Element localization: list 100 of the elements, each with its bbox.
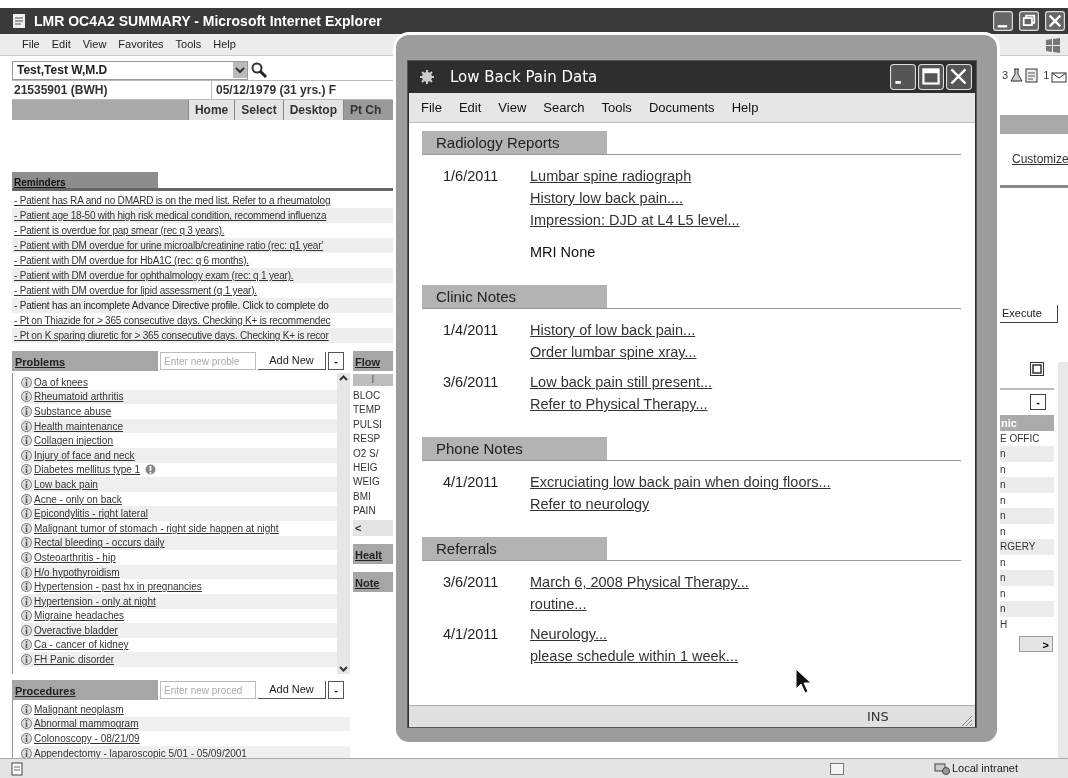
- section-tab[interactable]: Procedures: [12, 680, 158, 700]
- reminder-link[interactable]: - Pt on Thiazide for > 365 consecutive days. Checking K+ is recommendec: [12, 313, 395, 328]
- info-icon[interactable]: [21, 522, 32, 534]
- reminder-link[interactable]: - Patient with DM overdue for urine microalb/creatinine ratio (rec: q1 year': [12, 238, 395, 253]
- info-icon[interactable]: [21, 747, 32, 758]
- entry-link[interactable]: Refer to Physical Therapy...: [530, 393, 708, 415]
- info-icon[interactable]: [21, 581, 32, 593]
- nav-tab[interactable]: Pt Ch: [343, 100, 395, 120]
- info-icon[interactable]: [21, 478, 32, 490]
- problem-link[interactable]: Osteoarthritis - hip: [34, 549, 116, 565]
- problem-link[interactable]: Migraine headaches: [34, 608, 125, 624]
- menu-item[interactable]: Favorites: [118, 36, 164, 53]
- close-button[interactable]: [1045, 11, 1065, 31]
- dropdown-icon[interactable]: [233, 62, 247, 78]
- info-icon[interactable]: [21, 654, 32, 666]
- procedure-link[interactable]: Malignant neoplasm: [34, 701, 124, 717]
- menu-item[interactable]: Search: [543, 97, 585, 118]
- info-icon[interactable]: [21, 406, 32, 417]
- info-icon[interactable]: [21, 639, 32, 651]
- entry-link[interactable]: Refer to neurology: [530, 493, 650, 515]
- info-icon[interactable]: [21, 610, 32, 622]
- text-field[interactable]: Enter new proced: [160, 681, 256, 699]
- menu-item[interactable]: File: [22, 36, 40, 53]
- minimize-button[interactable]: [890, 64, 916, 90]
- info-icon[interactable]: [21, 566, 32, 578]
- entry-link[interactable]: Excruciating low back pain when doing floors...: [530, 471, 831, 493]
- section-tab[interactable]: Note: [353, 571, 393, 592]
- reminder-link[interactable]: - Pt on K sparing diuretic for > 365 consecutive days. Checking K+ is recor: [12, 328, 395, 343]
- problem-link[interactable]: Collagen injection: [34, 433, 113, 449]
- reminder-link[interactable]: - Patient has RA and no DMARD is on the med list. Refer to a rheumatolog: [12, 193, 395, 208]
- patient-select[interactable]: Test,Test W,M.D: [12, 60, 248, 80]
- execute-button[interactable]: Execute: [1000, 305, 1058, 323]
- section-tab[interactable]: Flow: [353, 351, 393, 371]
- menu-item[interactable]: View: [82, 36, 107, 53]
- menu-item[interactable]: File: [421, 97, 442, 118]
- info-icon[interactable]: [21, 537, 32, 549]
- entry-link[interactable]: Neurology...: [530, 623, 608, 645]
- menu-item[interactable]: Tools: [601, 97, 632, 118]
- scroll-down-icon[interactable]: [338, 663, 349, 674]
- minimize-button[interactable]: [993, 11, 1013, 31]
- reminder-link[interactable]: - Patient with DM overdue for lipid assessment (q 1 year).: [12, 283, 395, 298]
- entry-link[interactable]: routine...: [530, 593, 587, 615]
- problem-link[interactable]: Substance abuse: [34, 404, 112, 419]
- section-tab[interactable]: Problems: [12, 351, 158, 371]
- menu-item[interactable]: Documents: [648, 97, 715, 118]
- reminder-link[interactable]: - Patient age 18-50 with high risk medical condition, recommend influenza: [12, 208, 395, 223]
- info-icon[interactable]: [21, 703, 32, 715]
- info-icon[interactable]: [21, 493, 32, 505]
- entry-link[interactable]: Low back pain still present...: [530, 371, 713, 393]
- info-icon[interactable]: [21, 508, 32, 520]
- menu-item[interactable]: Tools: [175, 36, 202, 53]
- restore-button[interactable]: [1019, 11, 1039, 31]
- entry-link[interactable]: March 6, 2008 Physical Therapy...: [530, 571, 749, 593]
- info-icon[interactable]: [21, 718, 32, 730]
- info-icon[interactable]: [21, 624, 32, 636]
- problem-link[interactable]: Hypertension - past hx in pregnancies: [34, 579, 202, 595]
- customize-link[interactable]: Customize: [1000, 150, 1068, 168]
- scroll-left-button[interactable]: <: [353, 519, 393, 536]
- problem-link[interactable]: Malignant tumor of stomach - right side happen at night: [34, 520, 279, 536]
- info-icon[interactable]: [21, 435, 32, 447]
- add-button[interactable]: Add New: [258, 352, 326, 370]
- menu-item[interactable]: View: [498, 97, 527, 118]
- collapse-button[interactable]: -: [1030, 394, 1046, 410]
- problem-link[interactable]: Diabetes mellitus type 1: [34, 462, 141, 478]
- nav-tab[interactable]: Home: [187, 100, 235, 120]
- info-icon[interactable]: [21, 464, 32, 476]
- close-button[interactable]: [946, 64, 972, 90]
- scroll-right-button[interactable]: >: [1019, 636, 1053, 653]
- entry-link[interactable]: Lumbar spine radiograph: [530, 165, 692, 187]
- info-icon[interactable]: [21, 376, 32, 388]
- search-icon[interactable]: [250, 61, 268, 79]
- menu-item[interactable]: Edit: [51, 36, 71, 53]
- problem-link[interactable]: Ca - cancer of kidney: [34, 637, 129, 653]
- entry-link[interactable]: please schedule within 1 week...: [530, 645, 738, 667]
- reminder-link[interactable]: - Patient with DM overdue for HbA1C (rec: q 6 months).: [12, 253, 395, 268]
- reminder-link[interactable]: - Patient with DM overdue for ophthalmology exam (rec: q 1 year).: [12, 268, 395, 283]
- add-button[interactable]: Add New: [258, 681, 326, 699]
- info-icon[interactable]: [21, 391, 32, 403]
- info-icon[interactable]: [21, 595, 32, 607]
- entry-link[interactable]: History of low back pain...: [530, 319, 696, 341]
- section-tab[interactable]: Reminders: [12, 172, 158, 188]
- info-icon[interactable]: [21, 551, 32, 563]
- procedure-link[interactable]: Colonoscopy - 08/21/09: [34, 731, 140, 746]
- nav-tab[interactable]: Desktop: [282, 100, 343, 120]
- problem-link[interactable]: Oa of knees: [34, 374, 88, 390]
- text-field[interactable]: Enter new proble: [160, 352, 256, 370]
- collapse-button[interactable]: -: [328, 352, 344, 370]
- nav-tab[interactable]: Select: [234, 100, 283, 120]
- flask-icon[interactable]: [1010, 68, 1024, 84]
- menu-item[interactable]: Help: [731, 97, 759, 118]
- info-icon[interactable]: [21, 449, 32, 461]
- maximize-button[interactable]: [1030, 362, 1044, 376]
- menu-item[interactable]: Help: [213, 36, 236, 53]
- info-icon[interactable]: [21, 733, 32, 744]
- entry-link[interactable]: History low back pain....: [530, 187, 684, 209]
- info-icon[interactable]: [21, 420, 32, 432]
- entry-link[interactable]: Order lumbar spine xray...: [530, 341, 697, 363]
- resize-grip-icon[interactable]: [959, 713, 973, 727]
- menu-item[interactable]: Edit: [458, 97, 482, 118]
- reminder-link[interactable]: - Patient is overdue for pap smear (rec q 3 years).: [12, 223, 395, 238]
